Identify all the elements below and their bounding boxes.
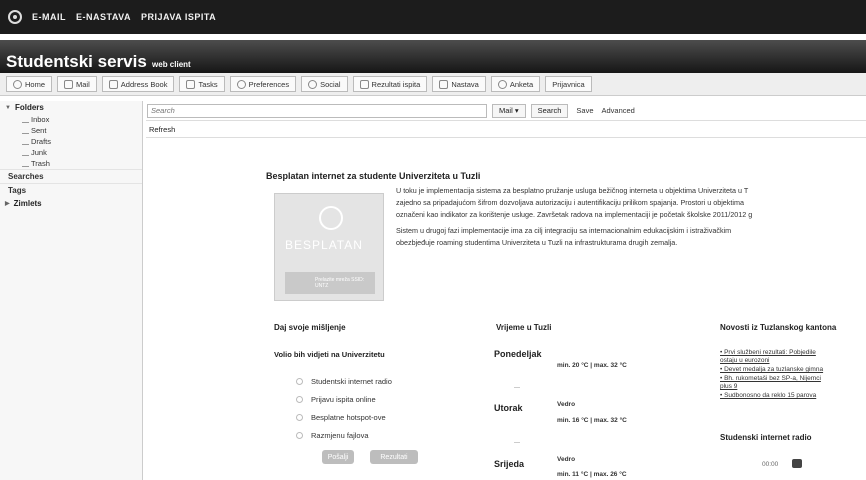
tab-address-book[interactable]: Address Book bbox=[101, 76, 175, 92]
nav-e-nastava[interactable]: E-NASTAVA bbox=[76, 12, 131, 22]
poll-heading: Daj svoje mišljenje bbox=[274, 323, 346, 332]
news-item[interactable]: • Sudbonosno da reklo 15 parova bbox=[720, 392, 866, 400]
weather-temp: min. 11 °C | max. 26 °C bbox=[557, 471, 627, 478]
article-line: označeni kao indikator za korištenje usl… bbox=[396, 210, 753, 219]
weather-temp: min. 16 °C | max. 32 °C bbox=[557, 417, 627, 424]
junk-icon bbox=[22, 150, 29, 156]
radio-heading: Studenski internet radio bbox=[720, 433, 812, 442]
poll-option[interactable]: Prijavu ispita online bbox=[296, 395, 376, 404]
chevron-down-icon: ▾ bbox=[514, 106, 519, 115]
trash-icon bbox=[22, 161, 29, 167]
radio-button[interactable] bbox=[296, 396, 303, 403]
news-item[interactable]: ostaju u eurozoni bbox=[720, 357, 866, 365]
university-logo-icon bbox=[8, 10, 22, 24]
article-line: obezbjeđuje roaming studentima Univerzit… bbox=[396, 238, 678, 247]
search-scope-select[interactable]: Mail ▾ bbox=[492, 103, 526, 118]
gear-icon bbox=[236, 79, 246, 89]
radio-button[interactable] bbox=[296, 414, 303, 421]
poll-option[interactable]: Besplatne hotspot-ove bbox=[296, 413, 386, 422]
folder-inbox[interactable]: Inbox bbox=[0, 114, 142, 125]
results-icon bbox=[359, 79, 369, 89]
tab-home[interactable]: Home bbox=[6, 76, 53, 92]
inbox-icon bbox=[22, 117, 29, 123]
top-nav-bar: E-MAIL E-NASTAVA PRIJAVA ISPITA bbox=[0, 0, 866, 34]
search-input[interactable] bbox=[147, 103, 487, 118]
weather-temp: min. 20 °C | max. 32 °C bbox=[557, 362, 627, 369]
social-icon bbox=[308, 79, 318, 89]
search-bar: Mail ▾ Search Save Advanced bbox=[146, 101, 866, 121]
news-heading: Novosti iz Tuzlanskog kantona bbox=[720, 323, 837, 332]
address-book-icon bbox=[108, 79, 118, 89]
tab-mail[interactable]: Mail bbox=[57, 76, 97, 92]
poll-results-button[interactable]: Rezultati bbox=[370, 450, 418, 464]
tab-prijavnica[interactable]: Prijavnica bbox=[545, 76, 592, 92]
banner-ssid: Prelazite mreža SSID: UNTZ bbox=[285, 272, 375, 294]
weather-icon bbox=[514, 442, 520, 443]
play-icon[interactable] bbox=[792, 459, 802, 468]
mail-icon bbox=[64, 79, 74, 89]
news-item[interactable]: • Bh. rukometaši bez SP-a, Nijemci bbox=[720, 375, 866, 383]
nav-email[interactable]: E-MAIL bbox=[32, 12, 66, 22]
sent-icon bbox=[22, 128, 29, 134]
zimlets-header[interactable]: ▶ Zimlets bbox=[0, 197, 142, 210]
wifi-banner: BESPLATAN Prelazite mreža SSID: UNTZ bbox=[274, 193, 384, 301]
weather-cond: Vedro bbox=[557, 401, 576, 408]
folder-drafts[interactable]: Drafts bbox=[0, 136, 142, 147]
tags-header[interactable]: Tags bbox=[0, 183, 142, 197]
tab-nastava[interactable]: Nastava bbox=[432, 76, 486, 92]
news-item[interactable]: • Prvi službeni rezultati: Pobjedile bbox=[720, 349, 866, 357]
tab-preferences[interactable]: Preferences bbox=[229, 76, 297, 92]
search-button[interactable]: Search bbox=[530, 103, 569, 118]
poll-question: Volio bih vidjeti na Univerzitetu bbox=[274, 350, 385, 359]
collapse-triangle-icon[interactable]: ▼ bbox=[5, 105, 11, 111]
drafts-icon bbox=[22, 139, 29, 145]
anketa-icon bbox=[497, 79, 507, 89]
weather-icon bbox=[514, 387, 520, 388]
article-line: U toku je implementacija sistema za besp… bbox=[396, 186, 749, 195]
nastava-icon bbox=[439, 79, 449, 89]
weather-day: Utorak bbox=[494, 403, 523, 413]
tab-rezultati-ispita[interactable]: Rezultati ispita bbox=[352, 76, 428, 92]
tab-anketa[interactable]: Anketa bbox=[490, 76, 541, 92]
banner-text: BESPLATAN bbox=[285, 238, 363, 252]
folders-header[interactable]: ▼ Folders bbox=[0, 101, 142, 114]
article-line: zajedno sa pripadajućom šifrom dozvoljav… bbox=[396, 198, 744, 207]
home-icon bbox=[13, 79, 22, 89]
tasks-icon bbox=[186, 79, 196, 89]
tab-social[interactable]: Social bbox=[301, 76, 348, 92]
article-title: Besplatan internet za studente Univerzit… bbox=[266, 171, 481, 181]
poll-send-button[interactable]: Pošalji bbox=[322, 450, 354, 464]
news-item[interactable]: • Devet medalja za tuzlanske gimna bbox=[720, 366, 866, 374]
refresh-bar: Refresh bbox=[146, 121, 866, 138]
app-subtitle: web client bbox=[152, 60, 191, 69]
weather-heading: Vrijeme u Tuzli bbox=[496, 323, 552, 332]
home-content: Besplatan internet za studente Univerzit… bbox=[146, 141, 866, 480]
radio-button[interactable] bbox=[296, 432, 303, 439]
news-item[interactable]: plus 9 bbox=[720, 383, 866, 391]
wifi-icon bbox=[319, 206, 343, 230]
folder-junk[interactable]: Junk bbox=[0, 147, 142, 158]
sidebar: ▼ Folders Inbox Sent Drafts Junk Trash Se… bbox=[0, 101, 143, 480]
folder-trash[interactable]: Trash bbox=[0, 158, 142, 169]
weather-cond: Vedro bbox=[557, 456, 576, 463]
save-search-button[interactable]: Save bbox=[576, 106, 593, 115]
main-panel: Mail ▾ Search Save Advanced Refresh Besp… bbox=[146, 101, 866, 480]
refresh-button[interactable]: Refresh bbox=[149, 125, 175, 134]
article-line: Sistem u drugoj fazi implementacije ima … bbox=[396, 226, 732, 235]
expand-triangle-icon[interactable]: ▶ bbox=[5, 200, 10, 207]
poll-option[interactable]: Studentski internet radio bbox=[296, 377, 392, 386]
advanced-search-link[interactable]: Advanced bbox=[602, 106, 635, 115]
app-title: Studentski servis bbox=[6, 52, 147, 71]
searches-header[interactable]: Searches bbox=[0, 169, 142, 183]
nav-prijava-ispita[interactable]: PRIJAVA ISPITA bbox=[141, 12, 216, 22]
app-toolbar: Home Mail Address Book Tasks Preferences… bbox=[0, 73, 866, 96]
weather-day: Ponedeljak bbox=[494, 349, 542, 359]
folder-sent[interactable]: Sent bbox=[0, 125, 142, 136]
radio-time: 00:00 bbox=[762, 461, 779, 468]
radio-button[interactable] bbox=[296, 378, 303, 385]
poll-option[interactable]: Razmjenu fajlova bbox=[296, 431, 369, 440]
app-header: Studentski servis web client bbox=[0, 40, 866, 73]
weather-day: Srijeda bbox=[494, 459, 525, 469]
tab-tasks[interactable]: Tasks bbox=[179, 76, 225, 92]
